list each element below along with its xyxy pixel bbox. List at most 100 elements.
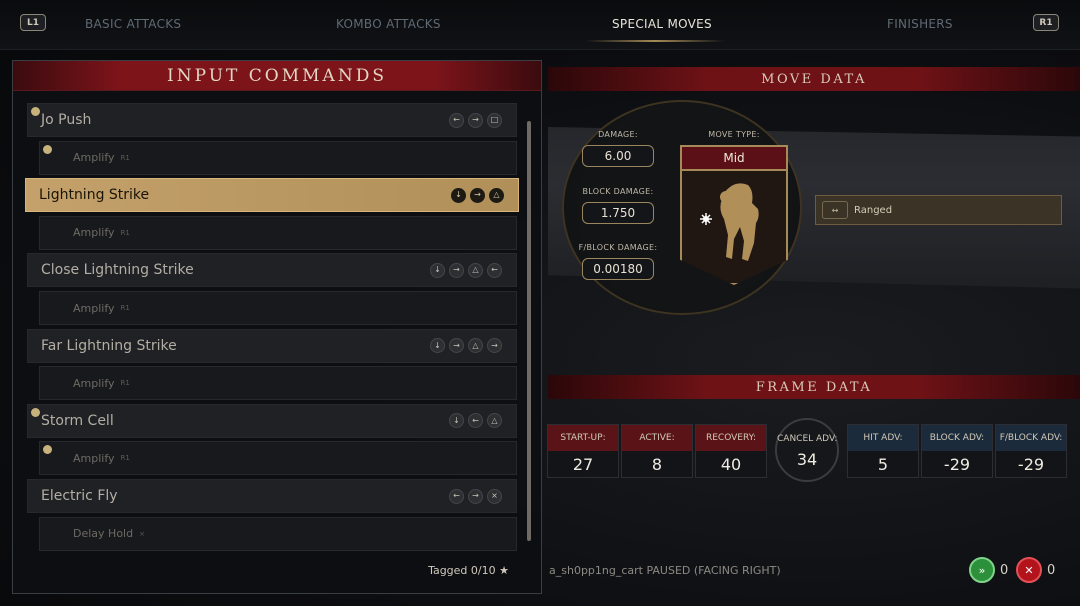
down-arrow-icon: ↓ [430,338,445,354]
l1-button[interactable]: L1 [20,14,46,31]
active-tab-indicator [585,40,725,42]
recovery-value: 40 [720,454,742,474]
move-name: Amplify [73,151,115,165]
move-name: Far Lightning Strike [41,337,177,354]
triangle-icon: △ [487,413,502,429]
move-row[interactable]: Electric Fly ← → × [27,479,517,513]
right-arrow-icon: → [487,338,502,354]
block-damage-label: BLOCK DAMAGE: [582,187,654,196]
hit-adv-cell: HIT ADV: 5 [847,424,919,478]
modifier-button-icon: R1 [120,379,130,388]
input-sequence: ↓ ← △ [449,413,502,429]
fblock-adv-value: -29 [1017,454,1045,474]
frame-data-title: FRAME DATA [755,379,873,395]
cancel-adv-value: 34 [796,450,818,469]
input-commands-panel: INPUT COMMANDS Jo Push ← → □ Amplify R1 Lightn… [12,60,542,594]
input-sequence: ↓ → △ → [430,338,502,354]
tag-indicator-icon [31,407,40,417]
startup-label: START-UP: [548,425,618,451]
move-row[interactable]: Close Lightning Strike ↓ → △ ← [27,253,517,288]
triangle-icon: △ [468,338,483,354]
hit-adv-value: 5 [877,454,889,474]
red-counter: ✕ 0 [1016,557,1055,583]
block-adv-label: BLOCK ADV: [922,425,992,451]
move-row[interactable]: Jo Push ← → □ [27,103,517,137]
move-row[interactable]: Lightning Strike ↓ → △ [25,178,519,213]
input-sequence: ← → □ [449,112,502,128]
modifier-button-icon: R1 [120,228,130,237]
tab-special-moves[interactable]: SPECIAL MOVES [612,17,712,31]
left-arrow-icon: ← [468,413,483,429]
move-name: Delay Hold [73,527,134,541]
move-name: Amplify [73,376,115,390]
move-name: Lightning Strike [39,187,150,204]
startup-value: 27 [572,454,594,474]
move-modifier-row[interactable]: Amplify R1 [39,215,517,250]
active-value: 8 [651,454,663,474]
tag-indicator-icon [43,144,52,154]
move-name: Storm Cell [41,412,114,429]
move-type-label: MOVE TYPE: [708,130,760,139]
recovery-cell: RECOVERY: 40 [695,424,767,478]
square-icon: □ [487,112,502,128]
scrollbar[interactable] [527,121,531,541]
right-arrow-icon: → [468,488,483,504]
move-modifier-row[interactable]: Amplify R1 [39,291,517,325]
move-property-ranged: ↔ Ranged [815,195,1062,225]
green-forward-icon: » [969,557,995,583]
right-arrow-icon: → [449,338,464,354]
tab-basic-attacks[interactable]: BASIC ATTACKS [85,17,181,31]
active-label: ACTIVE: [622,425,692,451]
move-row[interactable]: Far Lightning Strike ↓ → △ → [27,328,517,363]
modifier-button-icon: R1 [120,153,130,162]
input-sequence: ↓ → △ ← [430,262,502,278]
input-sequence: ← → × [449,488,502,504]
star-icon: ★ [499,564,509,577]
move-modifier-row[interactable]: Amplify R1 [39,140,517,175]
triangle-icon: △ [489,187,504,203]
tagged-label: Tagged 0/10 [428,564,496,577]
move-data-header: MOVE DATA [548,67,1080,91]
move-data-title: MOVE DATA [761,71,867,87]
fblock-damage-label: F/BLOCK DAMAGE: [578,243,658,252]
input-sequence: ↓ → △ [451,187,504,203]
move-modifier-row[interactable]: Amplify R1 [39,366,517,401]
ranged-label: Ranged [854,204,893,216]
red-count: 0 [1047,562,1056,578]
cancel-adv-cell: CANCEL ADV: 34 [775,418,839,482]
input-commands-title: INPUT COMMANDS [167,65,387,86]
damage-label: DAMAGE: [598,130,638,139]
left-arrow-icon: ← [449,112,464,128]
red-breaker-icon: ✕ [1016,557,1042,583]
frame-data-header: FRAME DATA [548,375,1080,399]
move-name: Amplify [73,226,115,240]
move-name: Electric Fly [41,488,118,504]
right-arrow-icon: → [468,112,483,128]
damage-value: 6.00 [582,145,654,167]
tab-kombo-attacks[interactable]: KOMBO ATTACKS [336,17,441,31]
move-row[interactable]: Storm Cell ↓ ← △ [27,403,517,438]
green-count: 0 [1000,562,1009,578]
move-name: Amplify [73,451,115,465]
tag-indicator-icon [31,107,40,116]
tab-bar: L1 BASIC ATTACKS KOMBO ATTACKS SPECIAL M… [0,0,1080,50]
recovery-label: RECOVERY: [696,425,766,451]
tagged-counter: Tagged 0/10 ★ [428,564,509,577]
r1-button[interactable]: R1 [1033,14,1059,31]
hit-adv-label: HIT ADV: [848,425,918,451]
status-text: a_sh0pp1ng_cart PAUSED (FACING RIGHT) [549,564,781,577]
green-counter: » 0 [969,557,1008,583]
move-name: Close Lightning Strike [41,262,194,279]
move-type-value: Mid [680,145,788,171]
startup-cell: START-UP: 27 [547,424,619,478]
down-arrow-icon: ↓ [449,413,464,429]
move-name: Amplify [73,301,115,315]
modifier-button-icon: × [139,529,145,538]
modifier-button-icon: R1 [120,454,130,463]
cross-icon: × [487,488,502,504]
move-modifier-row[interactable]: Delay Hold × [39,516,517,551]
tab-finishers[interactable]: FINISHERS [887,17,953,31]
fblock-adv-label: F/BLOCK ADV: [996,425,1066,451]
move-modifier-row[interactable]: Amplify R1 [39,441,517,476]
block-adv-value: -29 [943,454,971,474]
